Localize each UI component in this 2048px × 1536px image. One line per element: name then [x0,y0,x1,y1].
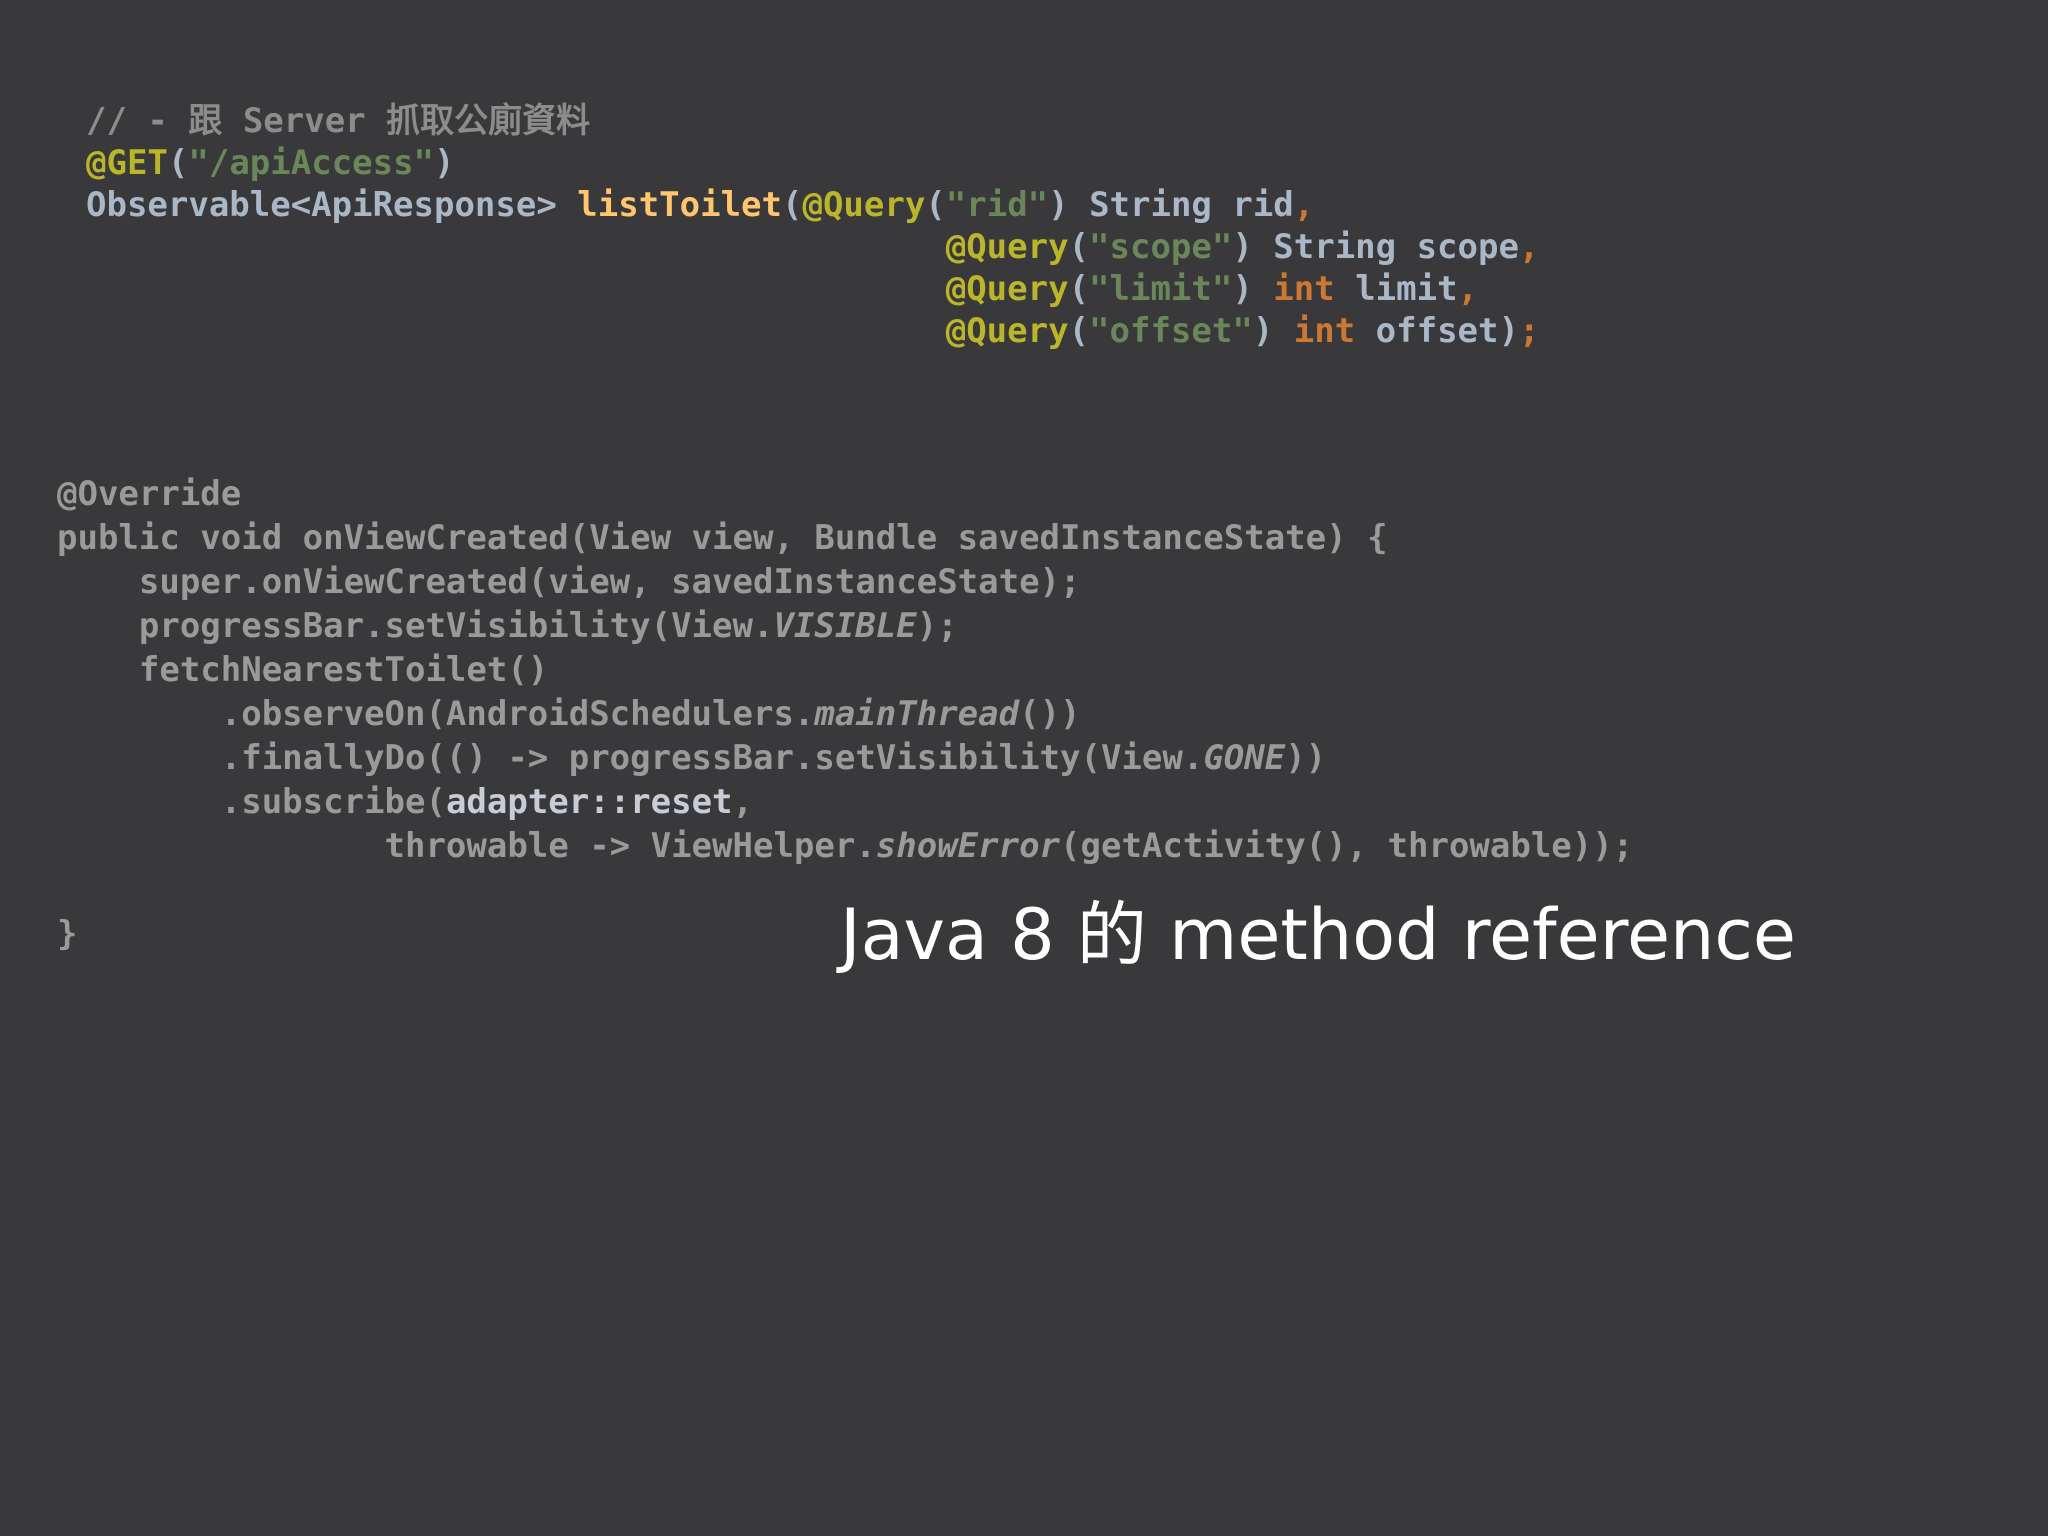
code-line: @Query("offset") int offset); [86,310,1540,352]
code-token: ( [1068,311,1090,351]
code-token: super.onViewCreated(view, savedInstanceS… [57,562,1081,602]
code-line: // - 跟 Server 抓取公廁資料 [86,100,1539,142]
code-token: fetchNearestToilet() [57,650,549,690]
code-line: .subscribe(adapter::reset, [57,780,1633,824]
retrofit-interface-code-block: // - 跟 Server 抓取公廁資料 @GET("/apiAccess") Ob… [86,100,1539,352]
code-token: (getActivity(), throwable)); [1060,826,1634,866]
code-token: ( [925,185,946,225]
code-token: ) String scope [1232,227,1519,267]
code-line: @Query("scope") String scope, [86,226,1540,268]
code-token: @Query [945,227,1069,267]
code-token: ()) [1019,694,1081,734]
code-token: adapter::reset [445,782,733,822]
code-line: Observable<ApiResponse> listToilet(@Quer… [86,184,1539,226]
slide-caption: Java 8 的 method reference [840,894,1796,976]
code-token: @Query [945,311,1069,351]
code-line: throwable -> ViewHelper.showError(getAct… [57,824,1634,868]
code-line: fetchNearestToilet() [57,648,1633,692]
code-token: throwable -> ViewHelper. [57,826,876,866]
code-token: public void onViewCreated(View view, Bun… [57,518,1388,558]
code-token: int [1273,269,1335,309]
code-token: .subscribe( [57,782,446,822]
code-token: } [57,914,78,954]
code-token: ( [1068,269,1090,309]
code-token: listToilet [577,185,782,225]
code-line: super.onViewCreated(view, savedInstanceS… [57,560,1633,604]
code-token: , [732,782,753,822]
code-token: @Query [802,185,926,225]
code-token: offset) [1355,311,1519,351]
code-token: progressBar.setVisibility(View. [57,606,774,646]
code-line: @Override [57,472,1633,516]
presentation-slide: // - 跟 Server 抓取公廁資料 @GET("/apiAccess") Ob… [0,0,2048,1536]
code-token: , [1457,269,1479,309]
code-token: ) [1252,311,1294,351]
code-token: ; [1518,311,1540,351]
code-token: "limit" [1089,269,1233,309]
code-token: "/apiAccess" [188,143,435,183]
code-token: VISIBLE [773,606,917,646]
code-token: , [1293,185,1315,225]
code-line: progressBar.setVisibility(View.VISIBLE); [57,604,1633,648]
code-token: ( [167,143,189,183]
code-line: public void onViewCreated(View view, Bun… [57,516,1633,560]
code-token: showError [875,826,1061,866]
code-token: ( [1068,227,1090,267]
code-token: Observable<ApiResponse> [86,185,578,225]
code-token: GONE [1203,738,1286,778]
code-token: "scope" [1089,227,1233,267]
code-line: .finallyDo(() -> progressBar.setVisibili… [57,736,1633,780]
code-token: )) [1285,738,1327,778]
code-token: "rid" [945,185,1049,225]
code-token: , [1518,227,1540,267]
code-line: @GET("/apiAccess") [86,142,1539,184]
code-line: @Query("limit") int limit, [86,268,1539,310]
code-token: @GET [86,143,168,183]
code-token: ) String rid [1048,185,1294,225]
code-token: ( [781,185,803,225]
code-token: limit [1334,269,1458,309]
code-token: @Query [945,269,1069,309]
code-token: .finallyDo(() -> progressBar.setVisibili… [57,738,1204,778]
code-token: "offset" [1089,311,1253,351]
code-token: mainThread [814,694,1020,734]
code-token: ) [1232,269,1274,309]
code-token: ) [434,143,455,183]
code-token: int [1293,311,1356,351]
code-token: @Override [57,474,242,514]
code-line: .observeOn(AndroidSchedulers.mainThread(… [57,692,1633,736]
code-token: // - 跟 Server 抓取公廁資料 [86,101,591,141]
code-token: .observeOn(AndroidSchedulers. [57,694,815,734]
code-token: ); [916,606,958,646]
on-view-created-code-block: @Override public void onViewCreated(View … [57,472,1633,956]
